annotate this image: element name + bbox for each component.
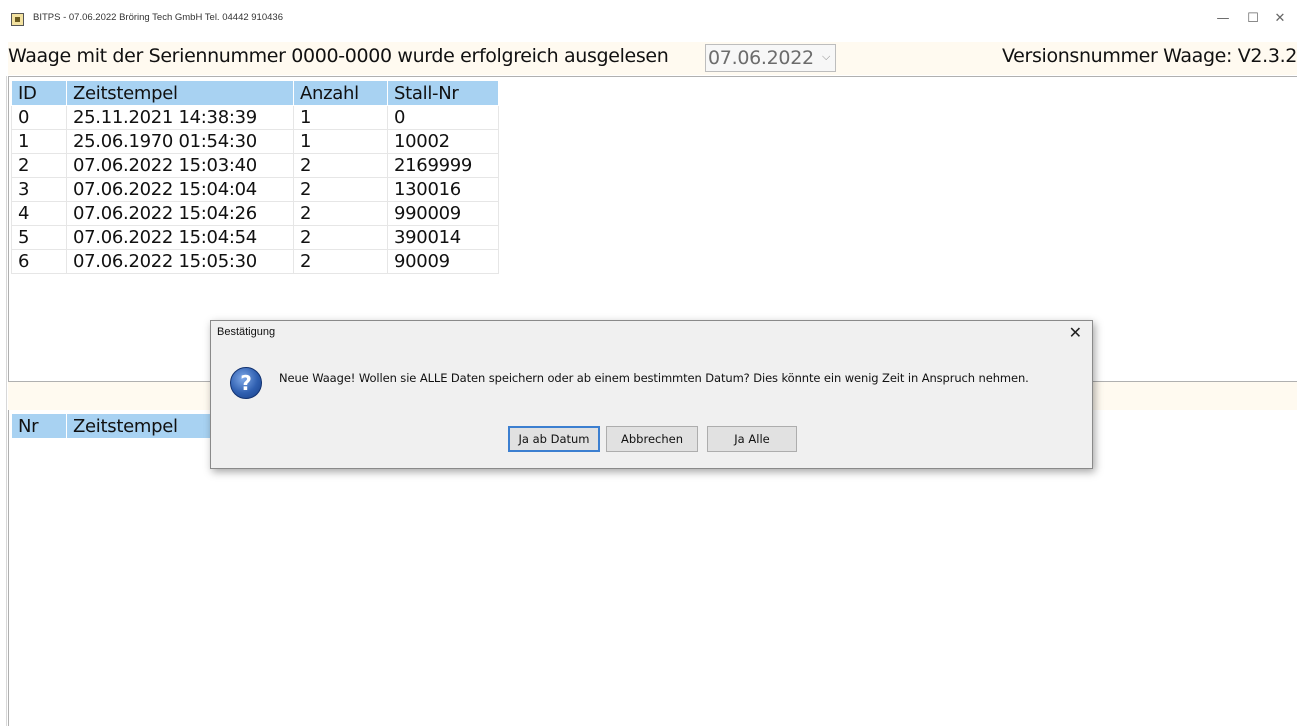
table-row[interactable]: 2 07.06.2022 15:03:40 2 2169999 — [11, 153, 499, 178]
cell-zeitstempel: 07.06.2022 15:04:26 — [66, 201, 294, 226]
column-header-anzahl[interactable]: Anzahl — [293, 80, 388, 106]
table-row[interactable]: 6 07.06.2022 15:05:30 2 90009 — [11, 249, 499, 274]
left-divider — [6, 76, 7, 726]
cell-id: 0 — [11, 105, 67, 130]
cell-id: 3 — [11, 177, 67, 202]
cell-id: 5 — [11, 225, 67, 250]
cell-anzahl: 2 — [293, 201, 388, 226]
version-label: Versionsnummer Waage: V2.3.2 — [1002, 45, 1297, 67]
table-row[interactable]: 0 25.11.2021 14:38:39 1 0 — [11, 105, 499, 130]
cell-stall-nr: 2169999 — [387, 153, 499, 178]
ja-ab-datum-button[interactable]: Ja ab Datum — [508, 426, 600, 452]
status-message: Waage mit der Seriennummer 0000-0000 wur… — [8, 45, 669, 67]
status-header: Waage mit der Seriennummer 0000-0000 wur… — [8, 42, 1297, 75]
maximize-button[interactable]: ☐ — [1241, 8, 1265, 30]
cell-id: 6 — [11, 249, 67, 274]
table-header-row: ID Zeitstempel Anzahl Stall-Nr — [11, 80, 499, 106]
column-header-stall-nr[interactable]: Stall-Nr — [387, 80, 499, 106]
close-window-button[interactable]: ✕ — [1268, 8, 1292, 30]
dialog-close-button[interactable]: ✕ — [1069, 323, 1082, 342]
cell-zeitstempel: 07.06.2022 15:04:04 — [66, 177, 294, 202]
cell-anzahl: 2 — [293, 177, 388, 202]
cell-id: 4 — [11, 201, 67, 226]
dialog-message: Neue Waage! Wollen sie ALLE Daten speich… — [279, 371, 1029, 385]
column-header-id[interactable]: ID — [11, 80, 67, 106]
cell-stall-nr: 10002 — [387, 129, 499, 154]
chevron-down-icon: ⌵ — [822, 50, 831, 63]
column-header-nr[interactable]: Nr — [11, 413, 67, 439]
cell-anzahl: 2 — [293, 249, 388, 274]
dialog-title: Bestätigung — [217, 326, 276, 338]
column-header-zeitstempel[interactable]: Zeitstempel — [66, 80, 294, 106]
cell-id: 1 — [11, 129, 67, 154]
table-row[interactable]: 1 25.06.1970 01:54:30 1 10002 — [11, 129, 499, 154]
window-titlebar: BITPS - 07.06.2022 Bröring Tech GmbH Tel… — [0, 0, 1297, 40]
cell-stall-nr: 90009 — [387, 249, 499, 274]
cell-zeitstempel: 07.06.2022 15:04:54 — [66, 225, 294, 250]
cell-anzahl: 2 — [293, 225, 388, 250]
table-row[interactable]: 4 07.06.2022 15:04:26 2 990009 — [11, 201, 499, 226]
cell-stall-nr: 990009 — [387, 201, 499, 226]
cell-stall-nr: 390014 — [387, 225, 499, 250]
table-row[interactable]: 3 07.06.2022 15:04:04 2 130016 — [11, 177, 499, 202]
abbrechen-button[interactable]: Abbrechen — [606, 426, 698, 452]
cell-stall-nr: 130016 — [387, 177, 499, 202]
cell-id: 2 — [11, 153, 67, 178]
cell-anzahl: 1 — [293, 105, 388, 130]
records-table: ID Zeitstempel Anzahl Stall-Nr 0 25.11.2… — [11, 80, 499, 274]
minimize-button[interactable]: — — [1211, 8, 1235, 30]
cell-anzahl: 1 — [293, 129, 388, 154]
ja-alle-button[interactable]: Ja Alle — [707, 426, 797, 452]
date-select[interactable]: 07.06.2022 ⌵ — [705, 44, 836, 72]
question-icon: ? — [230, 367, 262, 399]
window-title: BITPS - 07.06.2022 Bröring Tech GmbH Tel… — [33, 12, 283, 23]
cell-stall-nr: 0 — [387, 105, 499, 130]
date-select-value: 07.06.2022 — [708, 47, 814, 69]
table-row[interactable]: 5 07.06.2022 15:04:54 2 390014 — [11, 225, 499, 250]
cell-zeitstempel: 25.06.1970 01:54:30 — [66, 129, 294, 154]
app-icon — [11, 13, 24, 26]
cell-zeitstempel: 07.06.2022 15:03:40 — [66, 153, 294, 178]
cell-zeitstempel: 25.11.2021 14:38:39 — [66, 105, 294, 130]
cell-zeitstempel: 07.06.2022 15:05:30 — [66, 249, 294, 274]
confirmation-dialog: Bestätigung ✕ ? Neue Waage! Wollen sie A… — [210, 320, 1093, 469]
cell-anzahl: 2 — [293, 153, 388, 178]
